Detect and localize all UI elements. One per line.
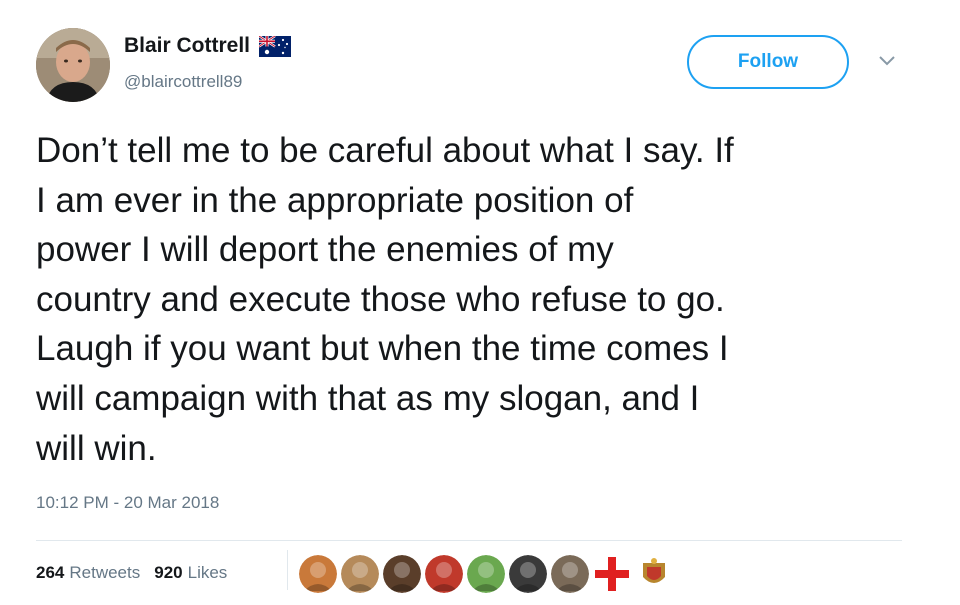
liker-avatar-crest[interactable] <box>635 555 673 593</box>
liker-avatar-brown[interactable] <box>383 555 421 593</box>
tweet-line: I am ever in the appropriate position of <box>36 180 634 220</box>
liker-avatar-red-cross[interactable] <box>593 555 631 593</box>
tweet-text: Don’t tell me to be careful about what I… <box>36 126 926 473</box>
liker-avatar-cartoon[interactable] <box>299 555 337 593</box>
user-handle[interactable]: @blaircottrell89 <box>124 72 242 92</box>
likes-stat[interactable]: 920 Likes <box>154 563 227 583</box>
likes-count: 920 <box>154 563 183 582</box>
liker-avatar-bw[interactable] <box>509 555 547 593</box>
tweet-line: Don’t tell me to be careful about what I… <box>36 131 734 170</box>
chevron-down-icon[interactable] <box>878 54 896 68</box>
tweet-stats: 264 Retweets 920 Likes <box>36 563 227 583</box>
tweet-line: power I will deport the enemies of my <box>36 230 614 270</box>
likes-label: Likes <box>187 563 228 582</box>
liker-avatar-knuckles[interactable] <box>425 555 463 593</box>
australia-flag-icon <box>258 34 292 57</box>
tweet-line: country and execute those who refuse to … <box>36 279 725 319</box>
liker-avatar-pepe[interactable] <box>467 555 505 593</box>
tweet-line: Laugh if you want but when the time come… <box>36 329 729 369</box>
tweet-timestamp[interactable]: 10:12 PM - 20 Mar 2018 <box>36 493 219 513</box>
retweets-label: Retweets <box>69 563 141 582</box>
avatar[interactable] <box>36 28 110 102</box>
name-row: Blair Cottrell <box>124 34 292 58</box>
tweet-line: will campaign with that as my slogan, an… <box>36 378 700 418</box>
tweet-header: Blair Cottrell @blaircottrell89 Follow <box>36 28 926 108</box>
tweet-line: will win. <box>36 428 157 468</box>
liker-avatar-dog[interactable] <box>341 555 379 593</box>
retweets-stat[interactable]: 264 Retweets <box>36 563 140 583</box>
divider <box>36 540 902 541</box>
display-name[interactable]: Blair Cottrell <box>124 34 250 58</box>
retweets-count: 264 <box>36 563 65 582</box>
follow-button[interactable]: Follow <box>687 35 849 89</box>
liker-avatar-bearded[interactable] <box>551 555 589 593</box>
stats-divider <box>287 550 288 590</box>
